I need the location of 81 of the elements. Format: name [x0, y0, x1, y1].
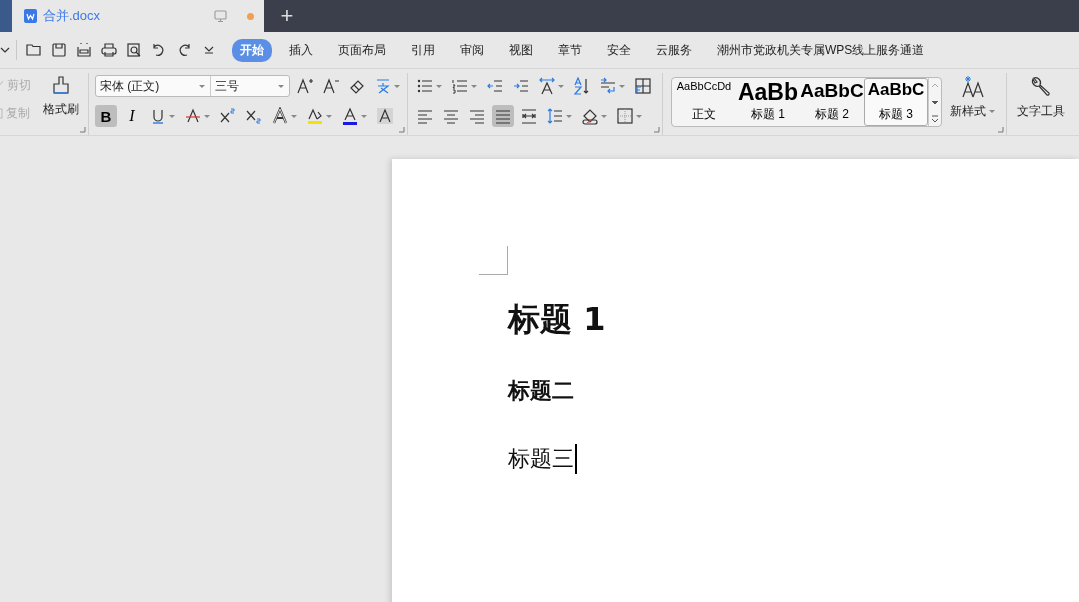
ribbon-tab[interactable]: 云服务	[648, 38, 700, 62]
dropdown-caret-icon[interactable]	[393, 82, 401, 90]
heading-text: 标题三	[508, 444, 577, 474]
line-break-icon	[599, 77, 617, 95]
strikethrough-icon	[184, 107, 202, 125]
grow-font-icon	[296, 77, 314, 95]
text-direction-icon	[538, 77, 556, 95]
dropdown-caret-icon[interactable]	[290, 112, 298, 120]
ribbon-tab[interactable]: 潮州市党政机关专属WPS线上服务通道	[709, 38, 933, 62]
ribbon-tab[interactable]: 页面布局	[330, 38, 394, 62]
dialog-launcher-icon[interactable]	[79, 126, 86, 133]
shading-icon	[581, 107, 599, 125]
pdf-icon[interactable]	[75, 41, 93, 59]
superscript-icon	[219, 107, 237, 125]
ribbon-tab[interactable]: 章节	[550, 38, 590, 62]
justify-icon	[494, 107, 512, 125]
align-left-icon	[416, 107, 434, 125]
dropdown-caret-icon[interactable]	[360, 112, 368, 120]
bullet-list-icon	[416, 77, 434, 95]
dialog-launcher-icon[interactable]	[997, 126, 1004, 133]
paint-brush-icon	[50, 75, 72, 97]
decrease-indent-icon	[486, 77, 504, 95]
style-option[interactable]: AaBb 标题 1	[736, 78, 800, 126]
new-style-button[interactable]: 新样式	[946, 73, 1000, 135]
dropdown-caret-icon[interactable]	[600, 112, 608, 120]
wrench-icon	[1029, 75, 1053, 99]
heading-text: 标题二	[508, 377, 574, 405]
bold-button[interactable]: B	[95, 105, 117, 127]
dialog-launcher-icon[interactable]	[398, 126, 405, 133]
style-option[interactable]: AaBbCcDd 正文	[672, 78, 736, 126]
dropdown-caret-icon[interactable]	[470, 82, 478, 90]
monitor-icon[interactable]	[214, 9, 227, 23]
numbered-list-icon	[451, 77, 469, 95]
tab-title: 合并.docx	[43, 7, 102, 25]
dropdown-caret-icon[interactable]	[988, 108, 996, 115]
margin-corner-mark	[479, 246, 508, 275]
ribbon-tab[interactable]: 审阅	[452, 38, 492, 62]
ribbon-tab[interactable]: 视图	[501, 38, 541, 62]
phonetic-guide-icon	[374, 77, 392, 95]
style-option[interactable]: AaBbC 标题 3	[864, 78, 928, 126]
chevron-down-icon[interactable]	[0, 45, 10, 55]
text-effect-icon	[271, 107, 289, 125]
character-shading-button[interactable]	[374, 105, 396, 127]
increase-indent-icon	[512, 77, 530, 95]
align-right-icon	[468, 107, 486, 125]
dropdown-caret-icon[interactable]	[618, 82, 626, 90]
dropdown-caret-icon[interactable]	[557, 82, 565, 90]
sort-icon	[573, 77, 591, 95]
dialog-launcher-icon[interactable]	[653, 126, 660, 133]
shrink-font-icon	[322, 77, 340, 95]
heading-text: 标题 1	[508, 299, 606, 340]
borders-icon	[616, 107, 634, 125]
table-border-icon	[634, 77, 652, 95]
line-spacing-icon	[546, 107, 564, 125]
window-edge-strip	[0, 0, 12, 32]
distribute-icon	[520, 107, 538, 125]
character-shading-icon	[376, 107, 394, 125]
highlight-icon	[306, 107, 324, 125]
print-icon[interactable]	[100, 41, 118, 59]
style-option[interactable]: AaBbC 标题 2	[800, 78, 864, 126]
ribbon-tab[interactable]: 插入	[281, 38, 321, 62]
font-color-icon	[341, 107, 359, 125]
ribbon-tab[interactable]: 安全	[599, 38, 639, 62]
dropdown-caret-icon[interactable]	[565, 112, 573, 120]
letters-icon	[961, 75, 985, 99]
dropdown-caret-icon[interactable]	[168, 112, 176, 120]
new-tab-button[interactable]: +	[264, 0, 310, 32]
ribbon-tab[interactable]: 引用	[403, 38, 443, 62]
dropdown-caret-icon[interactable]	[435, 82, 443, 90]
document-icon[interactable]	[24, 9, 37, 23]
dropdown-caret-icon[interactable]	[325, 112, 333, 120]
align-center-icon	[442, 107, 460, 125]
save-icon[interactable]	[50, 41, 68, 59]
italic-button[interactable]: I	[121, 105, 143, 127]
folder-icon[interactable]	[25, 41, 43, 59]
print-preview-icon[interactable]	[125, 41, 143, 59]
dropdown-caret-icon[interactable]	[635, 112, 643, 120]
dropdown-caret-icon[interactable]	[203, 112, 211, 120]
document-tab[interactable]: 合并.docx	[12, 0, 264, 32]
table-border-button[interactable]	[632, 75, 654, 97]
text-tools-button[interactable]: 文字工具	[1013, 73, 1069, 135]
